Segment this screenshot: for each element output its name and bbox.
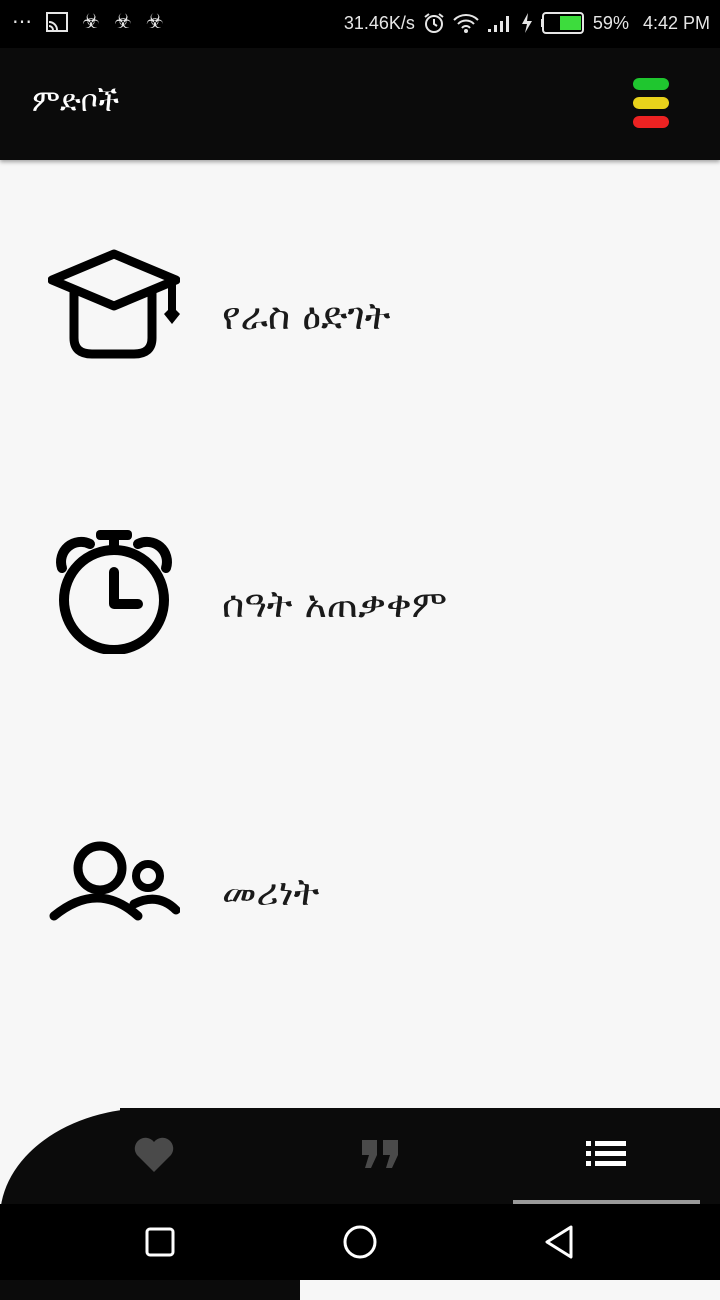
list-item-label: ሰዓት አጠቃቀም [222, 582, 448, 626]
ethiopian-cross-icon: ☣ [145, 11, 164, 33]
more-dots-icon: ⋯ [12, 11, 32, 33]
nav-quotes[interactable] [350, 1128, 410, 1180]
net-speed: 31.46K/s [343, 12, 415, 33]
nav-categories[interactable] [576, 1128, 636, 1180]
status-bar: ⋯ ☣ ☣ ☣ 31.46K/s 59% 4:42 PM [0, 0, 720, 48]
status-right: 31.46K/s 59% 4:42 PM [344, 12, 710, 34]
list-icon [586, 1141, 626, 1166]
graduation-cap-icon [48, 249, 180, 359]
flag-yellow-bar [633, 97, 669, 109]
list-item[interactable]: ሰዓት አጠቃቀም [0, 470, 720, 730]
status-left-icons: ⋯ ☣ ☣ ☣ [12, 10, 164, 34]
people-icon [49, 841, 180, 921]
list-item[interactable]: የራስ ዕድገት [0, 184, 720, 444]
quote-icon [362, 1140, 398, 1168]
square-icon[interactable] [142, 1224, 178, 1260]
heart-icon [134, 1137, 174, 1172]
app-bar: ምድቦች [0, 48, 720, 160]
list-item-label: የራስ ዕድገት [222, 294, 391, 338]
back-triangle-icon[interactable] [542, 1224, 578, 1260]
page-title: ምድቦች [32, 84, 120, 119]
ethiopian-cross-icon: ☣ [113, 11, 132, 33]
wifi-icon [453, 14, 479, 33]
clock: 4:42 PM [642, 12, 710, 33]
bottom-nav [0, 1108, 720, 1300]
list-item-label: መሪነት [222, 870, 320, 914]
ethiopian-cross-icon: ☣ [82, 11, 100, 33]
stopwatch-icon [56, 530, 172, 654]
system-nav-bar [0, 1204, 720, 1280]
alarm-icon [424, 13, 444, 33]
battery-percent: 59% [592, 12, 629, 33]
circle-icon[interactable] [342, 1224, 378, 1260]
signal-icon [487, 16, 509, 32]
battery-icon [540, 12, 584, 34]
list-item[interactable]: መሪነት [0, 760, 720, 1020]
flag-green-bar [633, 78, 669, 90]
flag-red-bar [633, 116, 669, 128]
flag-menu-button[interactable] [630, 76, 674, 132]
charging-bolt-icon [521, 13, 532, 33]
cast-icon [46, 12, 68, 32]
nav-favorites[interactable] [124, 1128, 184, 1180]
